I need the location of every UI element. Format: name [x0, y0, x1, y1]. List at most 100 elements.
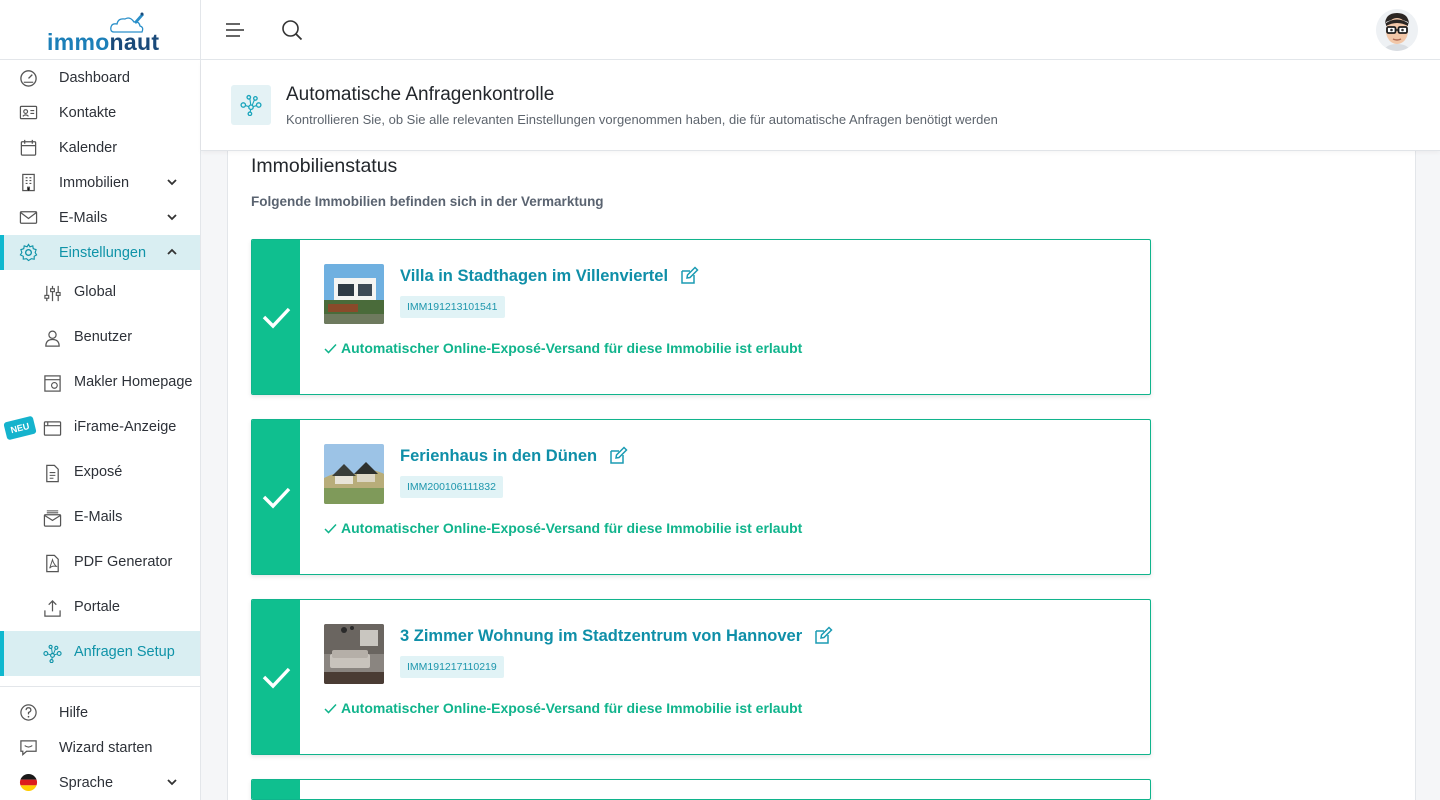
dune-house-image: [324, 444, 384, 504]
sidebar-item-label: Sprache: [59, 774, 114, 791]
property-title-link[interactable]: Ferienhaus in den Dünen: [400, 447, 597, 466]
user-icon: [45, 330, 60, 347]
document-icon: [46, 464, 59, 483]
sidebar-subitem-label: Anfragen Setup: [74, 644, 175, 660]
sidebar-item-einstellungen[interactable]: Einstellungen: [0, 235, 200, 270]
sidebar-item-emails[interactable]: E-Mails: [0, 200, 200, 235]
sliders-icon: [44, 285, 61, 302]
property-card: [251, 779, 1151, 800]
apartment-interior-image: [324, 624, 384, 684]
network-icon: [43, 644, 62, 663]
status-bar: [252, 780, 300, 799]
search-icon[interactable]: [281, 19, 303, 41]
sidebar-item-label: Hilfe: [59, 704, 89, 721]
property-thumbnail[interactable]: [324, 444, 384, 504]
sidebar-item-kalender[interactable]: Kalender: [0, 130, 200, 165]
status-note-text: Automatischer Online-Exposé-Versand für …: [341, 520, 803, 536]
status-note: Automatischer Online-Exposé-Versand für …: [324, 340, 802, 356]
sidebar-item-immobilien[interactable]: Immobilien: [0, 165, 200, 200]
upload-tray-icon: [44, 600, 61, 617]
sidebar-item-dashboard[interactable]: Dashboard: [0, 60, 200, 95]
mail-settings-icon: [43, 510, 62, 527]
sidebar: immonaut Dashboard Kontakte Kalender Imm…: [0, 0, 201, 800]
status-bar: [252, 420, 300, 574]
check-icon: [262, 307, 291, 329]
property-id-badge: IMM200106111832: [400, 476, 503, 498]
network-icon: [240, 94, 262, 116]
property-id-badge: IMM191213101541: [400, 296, 505, 318]
sidebar-subitem-makler-homepage[interactable]: Makler Homepage: [0, 361, 200, 406]
status-note-text: Automatischer Online-Exposé-Versand für …: [341, 340, 803, 356]
envelope-icon: [19, 211, 38, 224]
property-title-link[interactable]: Villa in Stadthagen im Villenviertel: [400, 267, 668, 286]
property-card: Ferienhaus in den Dünen IMM200106111832 …: [251, 419, 1151, 575]
edit-icon[interactable]: [813, 626, 833, 646]
logo[interactable]: immonaut: [0, 0, 200, 60]
sidebar-subitem-label: Benutzer: [74, 329, 133, 345]
page-title: Automatische Anfragenkontrolle: [286, 84, 555, 105]
sidebar-item-label: Dashboard: [59, 69, 130, 86]
check-small-icon: [324, 703, 337, 714]
sidebar-item-hilfe[interactable]: Hilfe: [0, 695, 200, 730]
sidebar-divider: [0, 686, 200, 687]
homepage-icon: [44, 375, 61, 392]
sidebar-item-label: Immobilien: [59, 174, 130, 191]
sidebar-subitem-pdf-generator[interactable]: PDF Generator: [0, 541, 200, 586]
sidebar-subitem-label: Makler Homepage: [74, 374, 193, 390]
user-avatar-icon: [1376, 9, 1418, 51]
sidebar-item-label: E-Mails: [59, 209, 108, 226]
property-title-row: Villa in Stadthagen im Villenviertel: [400, 266, 699, 286]
section-title: Immobilienstatus: [251, 155, 398, 177]
check-small-icon: [324, 343, 337, 354]
property-thumbnail[interactable]: [324, 264, 384, 324]
page-subtitle: Kontrollieren Sie, ob Sie alle relevante…: [286, 112, 998, 127]
sidebar-subitem-label: Global: [74, 284, 116, 300]
sidebar-subitem-label: E-Mails: [74, 509, 123, 525]
browser-window-icon: [43, 421, 62, 436]
sidebar-item-label: Einstellungen: [59, 244, 147, 261]
menu-toggle-icon[interactable]: [225, 20, 245, 40]
property-card: Villa in Stadthagen im Villenviertel IMM…: [251, 239, 1151, 395]
chevron-down-icon: [167, 779, 177, 786]
calendar-icon: [20, 139, 37, 156]
property-card: 3 Zimmer Wohnung im Stadtzentrum von Han…: [251, 599, 1151, 755]
gear-icon: [19, 243, 38, 262]
sidebar-subitem-global[interactable]: Global: [0, 271, 200, 316]
property-id-badge: IMM191217110219: [400, 656, 504, 678]
edit-icon[interactable]: [608, 446, 628, 466]
chat-icon: [20, 740, 37, 756]
sidebar-subitem-emails[interactable]: E-Mails: [0, 496, 200, 541]
status-note-text: Automatischer Online-Exposé-Versand für …: [341, 700, 803, 716]
sidebar-item-label: Wizard starten: [59, 739, 153, 756]
help-circle-icon: [20, 704, 37, 721]
sidebar-subitem-label: iFrame-Anzeige: [74, 419, 177, 435]
sidebar-item-wizard-starten[interactable]: Wizard starten: [0, 730, 200, 765]
page-header-icon: [231, 85, 271, 125]
pdf-icon: [46, 554, 59, 573]
property-title-link[interactable]: 3 Zimmer Wohnung im Stadtzentrum von Han…: [400, 627, 802, 646]
sidebar-subitem-expose[interactable]: Exposé: [0, 451, 200, 496]
chevron-down-icon: [167, 214, 177, 221]
property-thumbnail[interactable]: [324, 624, 384, 684]
sidebar-subitem-portale[interactable]: Portale: [0, 586, 200, 631]
topbar: [201, 0, 1440, 60]
sidebar-item-label: Kalender: [59, 139, 118, 156]
sidebar-subitem-label: Exposé: [74, 464, 123, 480]
building-icon: [22, 173, 35, 192]
property-title-row: Ferienhaus in den Dünen: [400, 446, 628, 466]
contact-card-icon: [19, 105, 38, 120]
edit-icon[interactable]: [679, 266, 699, 286]
flag-germany-icon: [19, 773, 38, 792]
sidebar-subitem-anfragen-setup[interactable]: Anfragen Setup: [0, 631, 200, 676]
sidebar-subitem-benutzer[interactable]: Benutzer: [0, 316, 200, 361]
check-icon: [262, 487, 291, 509]
brand-name: immonaut: [47, 29, 160, 55]
chevron-up-icon: [167, 248, 177, 255]
avatar[interactable]: [1376, 9, 1418, 51]
sidebar-subitem-label: PDF Generator: [74, 554, 173, 570]
gauge-icon: [20, 70, 37, 87]
chevron-down-icon: [167, 179, 177, 186]
sidebar-item-kontakte[interactable]: Kontakte: [0, 95, 200, 130]
status-bar: [252, 240, 300, 394]
sidebar-item-sprache[interactable]: Sprache: [0, 765, 200, 800]
